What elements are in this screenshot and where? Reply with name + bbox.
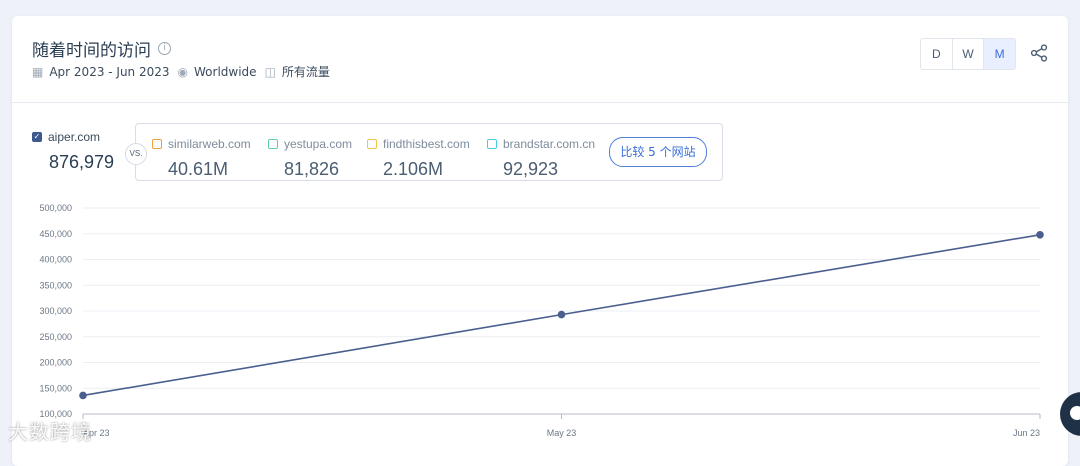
y-tick-label: 400,000 [39,255,72,265]
watermark: 大数跨境 [8,420,92,444]
visits-line-chart: 100,000150,000200,000250,000300,000350,0… [39,203,1044,438]
data-point [79,391,87,400]
y-tick-label: 200,000 [39,358,72,368]
y-tick-label: 500,000 [39,203,72,213]
data-point [557,310,566,319]
y-tick-label: 300,000 [39,306,72,316]
y-tick-label: 150,000 [39,383,72,393]
x-tick-label: May 23 [547,428,577,438]
y-tick-label: 450,000 [39,229,72,239]
vs-badge: VS. [125,143,147,165]
y-tick-label: 350,000 [39,280,72,290]
data-point [1036,230,1044,239]
x-tick-label: Jun 23 [1013,428,1040,438]
y-tick-label: 250,000 [39,332,72,342]
